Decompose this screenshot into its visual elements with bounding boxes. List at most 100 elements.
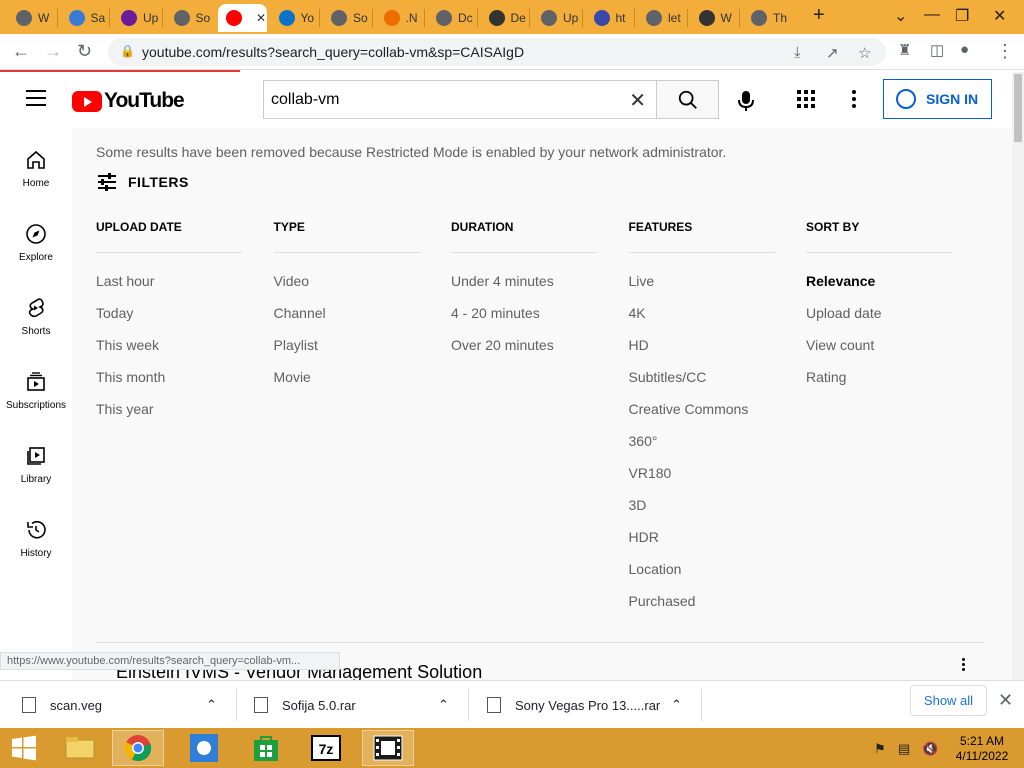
library-icon <box>27 447 45 465</box>
taskbar-chrome[interactable] <box>112 730 164 766</box>
filter-option[interactable]: This year <box>96 401 242 433</box>
filter-option[interactable]: View count <box>806 337 952 369</box>
sidebar-item-explore[interactable]: Explore <box>0 222 72 263</box>
filter-option[interactable]: 4 - 20 minutes <box>451 305 597 337</box>
sidebar-item-home[interactable]: Home <box>0 148 72 189</box>
network-icon[interactable]: ▤ <box>898 741 910 757</box>
reload-icon[interactable]: ↻ <box>77 41 92 62</box>
filter-option[interactable]: Rating <box>806 369 952 401</box>
filter-option[interactable]: Subtitles/CC <box>629 369 775 401</box>
browser-tab[interactable]: ✕ <box>218 4 267 32</box>
browser-tab[interactable]: let <box>638 4 687 32</box>
browser-tab[interactable]: W <box>691 4 740 32</box>
restore-window-icon[interactable]: ❐ <box>955 6 969 26</box>
bookmark-star-icon[interactable]: ☆ <box>858 44 871 62</box>
result-action-menu-icon[interactable] <box>962 658 966 673</box>
search-button[interactable] <box>656 80 719 119</box>
filter-option[interactable]: Purchased <box>629 593 775 625</box>
youtube-logo[interactable]: YouTube <box>72 89 185 113</box>
volume-muted-icon[interactable]: 🔇 <box>922 741 938 757</box>
back-icon[interactable]: ← <box>12 41 30 62</box>
filter-option[interactable]: Over 20 minutes <box>451 337 597 369</box>
close-window-icon[interactable]: ✕ <box>993 6 1006 26</box>
filter-option[interactable]: Relevance <box>806 273 952 305</box>
filter-option[interactable]: Playlist <box>274 337 420 369</box>
settings-more-icon[interactable] <box>852 90 856 111</box>
browser-tab[interactable]: Up <box>533 4 582 32</box>
taskbar-weather-app[interactable] <box>178 730 230 766</box>
share-icon[interactable]: ↗ <box>826 44 839 62</box>
browser-tab[interactable]: De <box>481 4 530 32</box>
filter-option[interactable]: Channel <box>274 305 420 337</box>
browser-tab[interactable]: Th <box>743 4 792 32</box>
sidebar-item-subscriptions[interactable]: Subscriptions <box>0 370 72 411</box>
filter-option[interactable]: This week <box>96 337 242 369</box>
sidebar-item-history[interactable]: History <box>0 518 72 559</box>
tab-search-icon[interactable]: ⌄ <box>894 6 907 26</box>
close-downloads-bar-icon[interactable]: ✕ <box>998 690 1013 711</box>
download-item[interactable]: scan.veg <box>22 681 102 729</box>
filter-option[interactable]: 4K <box>629 305 775 337</box>
forward-icon[interactable]: → <box>44 41 62 62</box>
filter-option[interactable]: HDR <box>629 529 775 561</box>
chevron-up-icon[interactable]: ⌃ <box>671 681 682 729</box>
search-input[interactable]: collab-vm ✕ <box>263 80 656 119</box>
taskbar-file-explorer[interactable] <box>54 730 106 766</box>
menu-hamburger-icon[interactable] <box>26 90 46 106</box>
sidebar-item-library[interactable]: Library <box>0 444 72 485</box>
browser-tab[interactable]: Yo <box>271 4 320 32</box>
browser-tab[interactable]: Up <box>113 4 162 32</box>
extensions-icon[interactable]: ♜ <box>898 41 911 59</box>
divider <box>451 252 597 253</box>
download-item[interactable]: Sony Vegas Pro 13.....rar <box>487 681 660 729</box>
filter-option[interactable]: Upload date <box>806 305 952 337</box>
install-icon[interactable]: ⤓ <box>794 44 801 61</box>
filter-option[interactable]: This month <box>96 369 242 401</box>
system-clock[interactable]: 5:21 AM 4/11/2022 <box>948 734 1016 764</box>
profile-icon[interactable]: ● <box>960 41 969 58</box>
filter-option[interactable]: Last hour <box>96 273 242 305</box>
browser-tab[interactable]: Dc <box>428 4 477 32</box>
filter-option[interactable]: Movie <box>274 369 420 401</box>
browser-tab[interactable]: ht <box>586 4 635 32</box>
show-all-downloads-button[interactable]: Show all <box>910 685 987 716</box>
sidebar-item-shorts[interactable]: Shorts <box>0 296 72 337</box>
filter-option[interactable]: VR180 <box>629 465 775 497</box>
filters-toggle-button[interactable]: FILTERS <box>96 172 189 192</box>
filter-option[interactable]: Under 4 minutes <box>451 273 597 305</box>
close-tab-icon[interactable]: ✕ <box>256 11 266 25</box>
page-scrollbar[interactable] <box>1012 72 1024 680</box>
minimize-window-icon[interactable]: — <box>924 6 940 24</box>
browser-tab[interactable]: Sa <box>61 4 110 32</box>
apps-grid-icon[interactable] <box>797 90 815 108</box>
address-bar[interactable]: 🔒 youtube.com/results?search_query=colla… <box>108 38 886 66</box>
filter-option[interactable]: Video <box>274 273 420 305</box>
filter-option[interactable]: 360° <box>629 433 775 465</box>
filter-option[interactable]: Location <box>629 561 775 593</box>
filter-option[interactable]: HD <box>629 337 775 369</box>
taskbar-vegas[interactable] <box>362 730 414 766</box>
browser-tab[interactable]: .N <box>376 4 425 32</box>
new-tab-button[interactable]: + <box>813 4 825 27</box>
taskbar-store[interactable] <box>240 730 292 766</box>
filter-option[interactable]: Live <box>629 273 775 305</box>
start-button[interactable] <box>0 730 48 766</box>
browser-menu-icon[interactable]: ⋮ <box>996 41 1014 62</box>
sign-in-button[interactable]: SIGN IN <box>883 79 992 119</box>
filter-option[interactable]: 3D <box>629 497 775 529</box>
browser-tab[interactable]: So <box>323 4 372 32</box>
chevron-up-icon[interactable]: ⌃ <box>438 681 449 729</box>
chevron-up-icon[interactable]: ⌃ <box>206 681 217 729</box>
scrollbar-thumb[interactable] <box>1014 74 1022 142</box>
download-item[interactable]: Sofija 5.0.rar <box>254 681 356 729</box>
browser-tab[interactable]: W <box>8 4 57 32</box>
microphone-icon[interactable] <box>736 89 756 113</box>
taskbar-7zip[interactable]: 7z <box>300 730 352 766</box>
filter-option[interactable]: Creative Commons <box>629 401 775 433</box>
browser-tab[interactable]: So <box>166 4 215 32</box>
clear-search-icon[interactable]: ✕ <box>629 88 646 113</box>
filter-group-heading: FEATURES <box>628 220 693 234</box>
filter-option[interactable]: Today <box>96 305 242 337</box>
network-error-icon[interactable]: ⚑ <box>874 741 886 757</box>
side-panel-icon[interactable]: ◫ <box>930 41 944 59</box>
